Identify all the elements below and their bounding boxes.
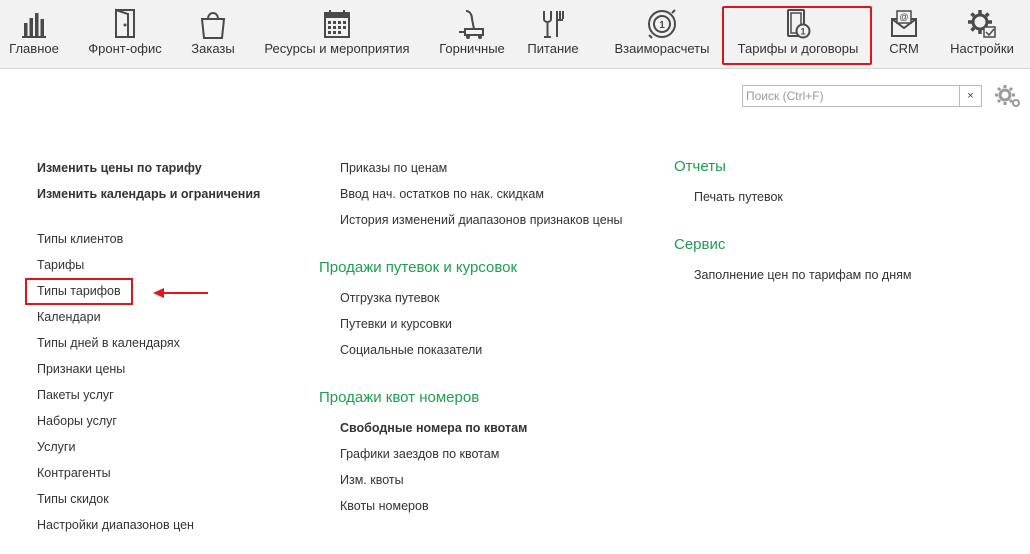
- section-title-reports: Отчеты: [674, 158, 726, 175]
- active-tab-highlight: [722, 6, 872, 65]
- search-clear-button[interactable]: ×: [959, 86, 981, 106]
- nav-label: Заказы: [191, 41, 235, 56]
- fork-glass-icon: [543, 11, 564, 38]
- link-service-packages[interactable]: Пакеты услуг: [37, 388, 114, 402]
- link-price-attributes[interactable]: Признаки цены: [37, 362, 125, 376]
- nav-label: Ресурсы и мероприятия: [264, 41, 410, 56]
- nav-label: Главное: [9, 41, 59, 56]
- link-quota-changes[interactable]: Изм. квоты: [340, 473, 404, 487]
- tariff-types-highlight: [25, 278, 133, 305]
- link-fill-prices-by-day[interactable]: Заполнение цен по тарифам по дням: [694, 268, 911, 282]
- link-price-range-settings[interactable]: Настройки диапазонов цен: [37, 518, 194, 532]
- nav-label: Фронт-офис: [88, 41, 162, 56]
- email-crm-icon: @: [891, 10, 917, 37]
- svg-text:@: @: [899, 12, 908, 22]
- link-tariffs[interactable]: Тарифы: [37, 258, 84, 272]
- nav-item-settings[interactable]: Настройки: [948, 0, 1016, 68]
- link-price-attribute-history[interactable]: История изменений диапазонов признаков ц…: [340, 213, 623, 227]
- bar-chart-icon: [22, 13, 46, 38]
- nav-label: CRM: [889, 41, 919, 56]
- link-vouchers[interactable]: Путевки и курсовки: [340, 317, 452, 331]
- nav-item-settlements[interactable]: 1 Взаиморасчеты: [612, 0, 712, 68]
- gear-icon[interactable]: [994, 84, 1022, 108]
- link-change-calendar[interactable]: Изменить календарь и ограничения: [37, 187, 260, 201]
- link-client-types[interactable]: Типы клиентов: [37, 232, 123, 246]
- top-navigation: Главное Фронт-офис Заказы Ресурсы и меро…: [0, 0, 1030, 69]
- svg-text:1: 1: [659, 20, 665, 31]
- nav-item-housekeeping[interactable]: Горничные: [436, 0, 508, 68]
- link-voucher-shipment[interactable]: Отгрузка путевок: [340, 291, 439, 305]
- calendar-icon: [324, 10, 350, 38]
- link-arrival-schedules[interactable]: Графики заездов по квотам: [340, 447, 499, 461]
- nav-item-front-office[interactable]: Фронт-офис: [84, 0, 166, 68]
- link-change-prices[interactable]: Изменить цены по тарифу: [37, 161, 202, 175]
- link-free-rooms-by-quota[interactable]: Свободные номера по квотам: [340, 421, 527, 435]
- nav-label: Взаиморасчеты: [614, 41, 710, 56]
- door-icon: [115, 8, 135, 38]
- link-price-orders[interactable]: Приказы по ценам: [340, 161, 447, 175]
- link-services[interactable]: Услуги: [37, 440, 75, 454]
- link-discount-types[interactable]: Типы скидок: [37, 492, 109, 506]
- nav-item-main[interactable]: Главное: [6, 0, 62, 68]
- shopping-bag-icon: [200, 12, 226, 39]
- link-day-types[interactable]: Типы дней в календарях: [37, 336, 180, 350]
- coin-cycle-icon: 1: [648, 9, 676, 39]
- gear-settings-icon: [968, 10, 996, 38]
- search-input[interactable]: [746, 87, 958, 105]
- link-service-sets[interactable]: Наборы услуг: [37, 414, 117, 428]
- section-title-quota: Продажи квот номеров: [319, 389, 480, 406]
- link-initial-discount-balances[interactable]: Ввод нач. остатков по нак. скидкам: [340, 187, 544, 201]
- vacuum-cleaner-icon: [459, 10, 484, 39]
- nav-item-resources[interactable]: Ресурсы и мероприятия: [262, 0, 412, 68]
- nav-label: Настройки: [950, 41, 1014, 56]
- section-title-vouchers: Продажи путевок и курсовок: [319, 259, 518, 276]
- link-print-vouchers[interactable]: Печать путевок: [694, 190, 783, 204]
- link-social-indicators[interactable]: Социальные показатели: [340, 343, 482, 357]
- nav-item-food[interactable]: Питание: [527, 0, 579, 68]
- red-arrow-icon: [153, 288, 208, 298]
- nav-label: Питание: [527, 41, 579, 56]
- link-counterparties[interactable]: Контрагенты: [37, 466, 111, 480]
- nav-label: Горничные: [439, 41, 505, 56]
- link-calendars[interactable]: Календари: [37, 310, 101, 324]
- section-title-service: Сервис: [674, 236, 726, 253]
- link-room-quotas[interactable]: Квоты номеров: [340, 499, 429, 513]
- search-box: ×: [742, 85, 982, 107]
- nav-item-orders[interactable]: Заказы: [186, 0, 240, 68]
- nav-item-crm[interactable]: @ CRM: [884, 0, 924, 68]
